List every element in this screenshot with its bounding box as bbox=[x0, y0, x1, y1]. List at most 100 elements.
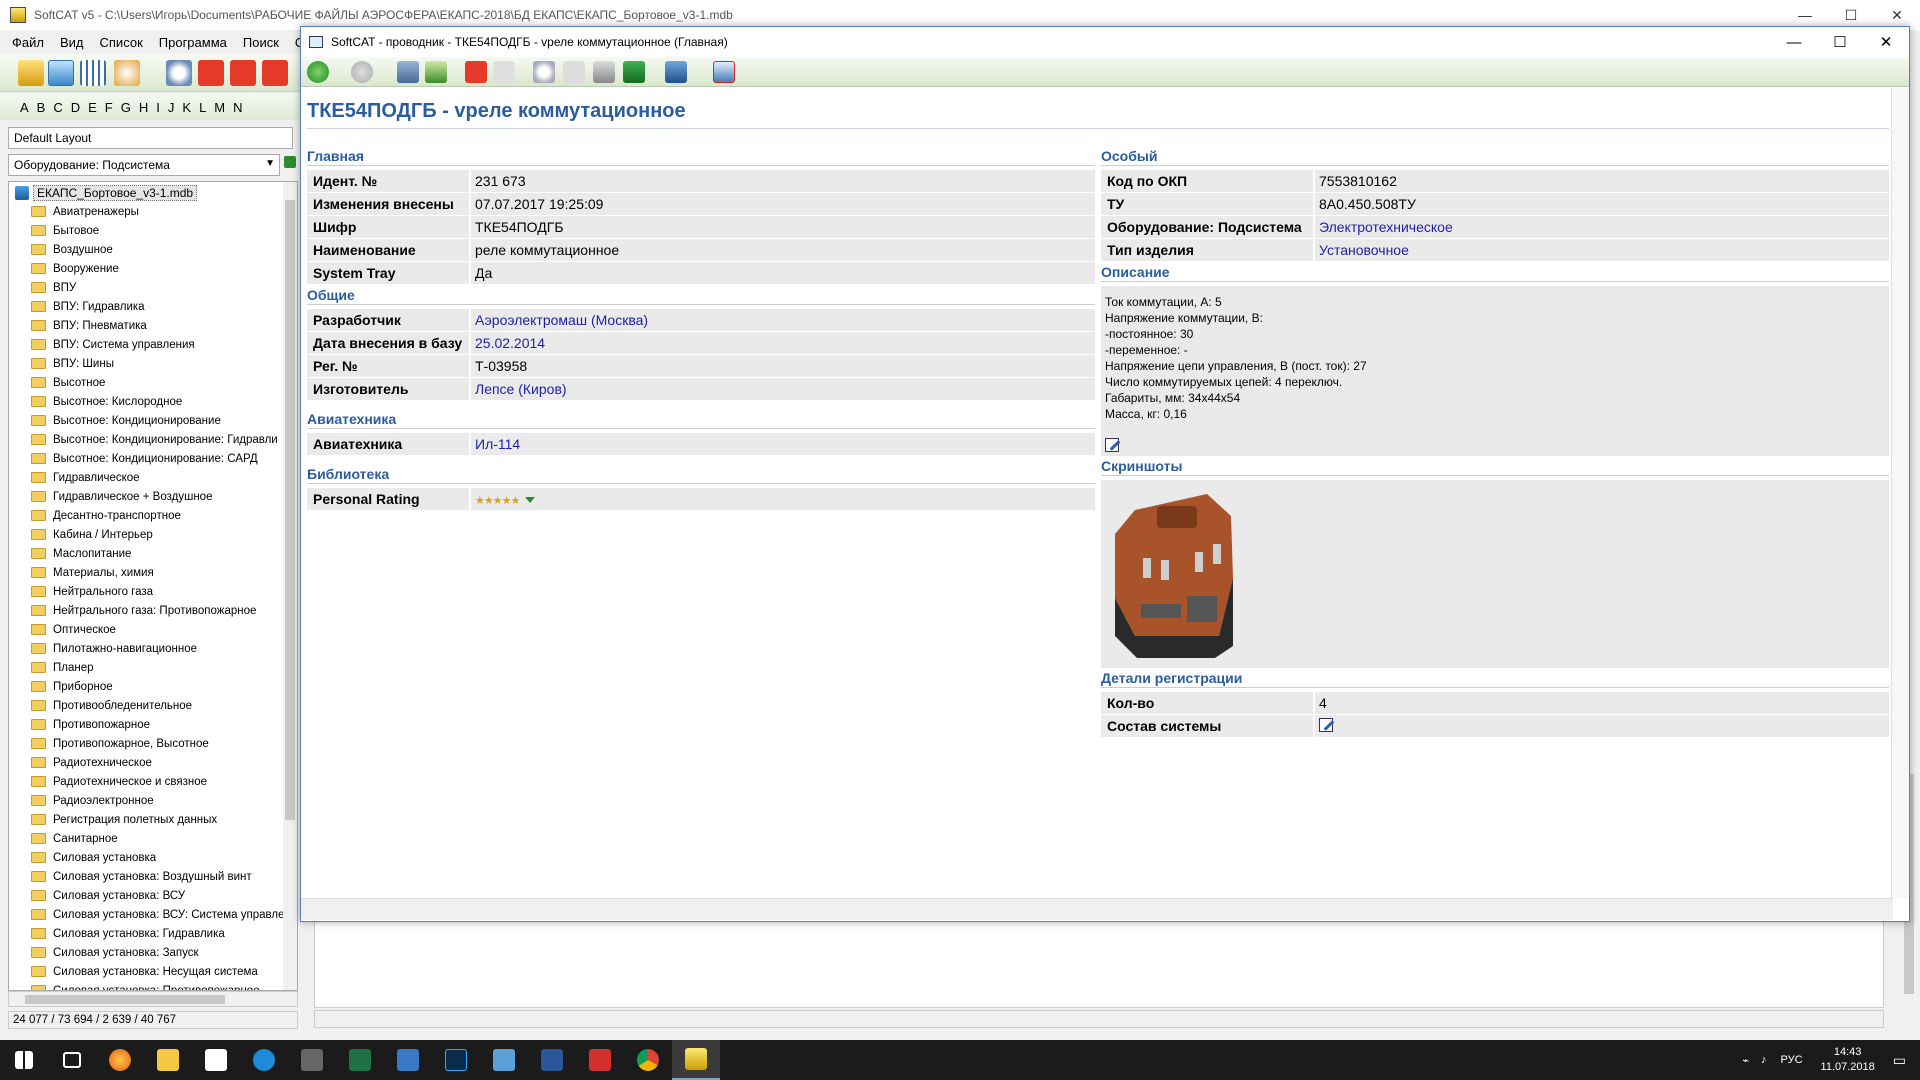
tree-item[interactable]: Пилотажно-навигационное bbox=[31, 639, 283, 658]
alpha-m[interactable]: M bbox=[214, 100, 225, 115]
tree-item[interactable]: ВПУ: Шины bbox=[31, 354, 283, 373]
list-icon[interactable] bbox=[493, 61, 515, 83]
tree-item[interactable]: Высотное: Кислородное bbox=[31, 392, 283, 411]
close-tab-icon[interactable] bbox=[713, 61, 735, 83]
tree-item[interactable]: Радиотехническое и связное bbox=[31, 772, 283, 791]
alpha-g[interactable]: G bbox=[121, 100, 131, 115]
search-icon[interactable] bbox=[166, 60, 192, 86]
tree-item[interactable]: Гидравлическое + Воздушное bbox=[31, 487, 283, 506]
tree-item[interactable]: Силовая установка: Воздушный винт bbox=[31, 867, 283, 886]
tree-item[interactable]: Гидравлическое bbox=[31, 468, 283, 487]
tree-hscrollbar-thumb[interactable] bbox=[25, 995, 225, 1004]
tree-item[interactable]: Противопожарное bbox=[31, 715, 283, 734]
alpha-a[interactable]: A bbox=[20, 100, 29, 115]
edit-icon[interactable] bbox=[1105, 438, 1119, 452]
tree-item[interactable]: ВПУ: Система управления bbox=[31, 335, 283, 354]
volume-icon[interactable]: ♪ bbox=[1761, 1054, 1767, 1066]
tree-scrollbar[interactable] bbox=[283, 182, 297, 990]
manufacturer-link[interactable]: Лепсе (Киров) bbox=[471, 381, 1095, 397]
refresh-icon[interactable] bbox=[425, 61, 447, 83]
tree-item[interactable]: Силовая установка: Несущая система bbox=[31, 962, 283, 981]
settings-icon[interactable] bbox=[114, 60, 140, 86]
edit-icon[interactable] bbox=[1319, 717, 1333, 732]
tree-item[interactable]: Авиатренажеры bbox=[31, 202, 283, 221]
explorer-maximize-button[interactable]: ☐ bbox=[1817, 27, 1863, 57]
tree-hscrollbar[interactable] bbox=[8, 991, 298, 1007]
app-button[interactable] bbox=[288, 1040, 336, 1080]
excel-button[interactable] bbox=[336, 1040, 384, 1080]
acrobat-button[interactable] bbox=[576, 1040, 624, 1080]
tree-item[interactable]: Бытовое bbox=[31, 221, 283, 240]
tree-item[interactable]: Силовая установка: ВСУ bbox=[31, 886, 283, 905]
tree-item[interactable]: Санитарное bbox=[31, 829, 283, 848]
tree-root[interactable]: ЕКАПС_Бортовое_v3-1.mdb bbox=[15, 184, 198, 202]
alpha-f[interactable]: F bbox=[105, 100, 113, 115]
aviation-link[interactable]: Ил-114 bbox=[471, 436, 1095, 452]
search-icon[interactable] bbox=[533, 61, 555, 83]
apply-filter-icon[interactable] bbox=[284, 156, 296, 168]
tree-item[interactable]: Материалы, химия bbox=[31, 563, 283, 582]
print-icon[interactable] bbox=[593, 61, 615, 83]
alpha-b[interactable]: B bbox=[37, 100, 46, 115]
alpha-j[interactable]: J bbox=[168, 100, 175, 115]
tree-item[interactable]: Силовая установка: Противопожарное bbox=[31, 981, 283, 990]
tree-item[interactable]: ВПУ: Пневматика bbox=[31, 316, 283, 335]
word-button[interactable] bbox=[528, 1040, 576, 1080]
alpha-d[interactable]: D bbox=[71, 100, 80, 115]
edge-button[interactable] bbox=[240, 1040, 288, 1080]
tree-item[interactable]: Нейтрального газа: Противопожарное bbox=[31, 601, 283, 620]
open-catalog-icon[interactable] bbox=[18, 60, 44, 86]
tree-item[interactable]: Высотное: Кондиционирование: Гидравли bbox=[31, 430, 283, 449]
add-icon[interactable] bbox=[198, 60, 224, 86]
tree-item[interactable]: Регистрация полетных данных bbox=[31, 810, 283, 829]
menu-file[interactable]: Файл bbox=[12, 35, 44, 50]
database-icon[interactable] bbox=[48, 60, 74, 86]
developer-link[interactable]: Аэроэлектромаш (Москва) bbox=[471, 312, 1095, 328]
start-button[interactable] bbox=[0, 1040, 48, 1080]
up-icon[interactable] bbox=[230, 60, 256, 86]
tree-scrollbar-thumb[interactable] bbox=[285, 200, 295, 820]
tree-item[interactable]: Силовая установка: Запуск bbox=[31, 943, 283, 962]
up-icon[interactable] bbox=[465, 61, 487, 83]
alpha-e[interactable]: E bbox=[88, 100, 97, 115]
explorer-vscrollbar[interactable] bbox=[1891, 88, 1909, 898]
chrome-button[interactable] bbox=[624, 1040, 672, 1080]
table-view-icon[interactable] bbox=[80, 60, 106, 86]
menu-list[interactable]: Список bbox=[100, 35, 143, 50]
tree-item[interactable]: Радиоэлектронное bbox=[31, 791, 283, 810]
alpha-h[interactable]: H bbox=[139, 100, 148, 115]
alpha-n[interactable]: N bbox=[233, 100, 242, 115]
tree-item[interactable]: ВПУ bbox=[31, 278, 283, 297]
alpha-c[interactable]: C bbox=[53, 100, 62, 115]
save-icon[interactable] bbox=[623, 61, 645, 83]
tree-item[interactable]: Нейтрального газа bbox=[31, 582, 283, 601]
relay-photo[interactable] bbox=[1107, 486, 1241, 662]
store-button[interactable] bbox=[192, 1040, 240, 1080]
photoshop-button[interactable] bbox=[432, 1040, 480, 1080]
product-type-link[interactable]: Установочное bbox=[1315, 242, 1889, 258]
language-indicator[interactable]: РУС bbox=[1780, 1054, 1802, 1066]
tree-item[interactable]: Высотное: Кондиционирование bbox=[31, 411, 283, 430]
tree-item[interactable]: ВПУ: Гидравлика bbox=[31, 297, 283, 316]
tree-item[interactable]: Высотное bbox=[31, 373, 283, 392]
explorer-hscrollbar[interactable] bbox=[301, 898, 1893, 920]
forward-icon[interactable] bbox=[351, 61, 373, 83]
task-view-button[interactable] bbox=[48, 1040, 96, 1080]
layout-selector[interactable]: Default Layout bbox=[8, 127, 293, 149]
app2-button[interactable] bbox=[384, 1040, 432, 1080]
home-icon[interactable] bbox=[397, 61, 419, 83]
tree-item[interactable]: Высотное: Кондиционирование: САРД bbox=[31, 449, 283, 468]
alpha-i[interactable]: I bbox=[156, 100, 160, 115]
menu-view[interactable]: Вид bbox=[60, 35, 84, 50]
date-added-link[interactable]: 25.02.2014 bbox=[471, 335, 1095, 351]
app3-button[interactable] bbox=[480, 1040, 528, 1080]
notifications-icon[interactable]: ▭ bbox=[1893, 1052, 1906, 1069]
tree-item[interactable]: Силовая установка bbox=[31, 848, 283, 867]
tree-item[interactable]: Радиотехническое bbox=[31, 753, 283, 772]
clock[interactable]: 14:43 11.07.2018 bbox=[1821, 1045, 1875, 1075]
menu-program[interactable]: Программа bbox=[159, 35, 227, 50]
tree-item[interactable]: Кабина / Интерьер bbox=[31, 525, 283, 544]
explorer-button[interactable] bbox=[144, 1040, 192, 1080]
tree-item[interactable]: Силовая установка: Гидравлика bbox=[31, 924, 283, 943]
copy-icon[interactable] bbox=[563, 61, 585, 83]
